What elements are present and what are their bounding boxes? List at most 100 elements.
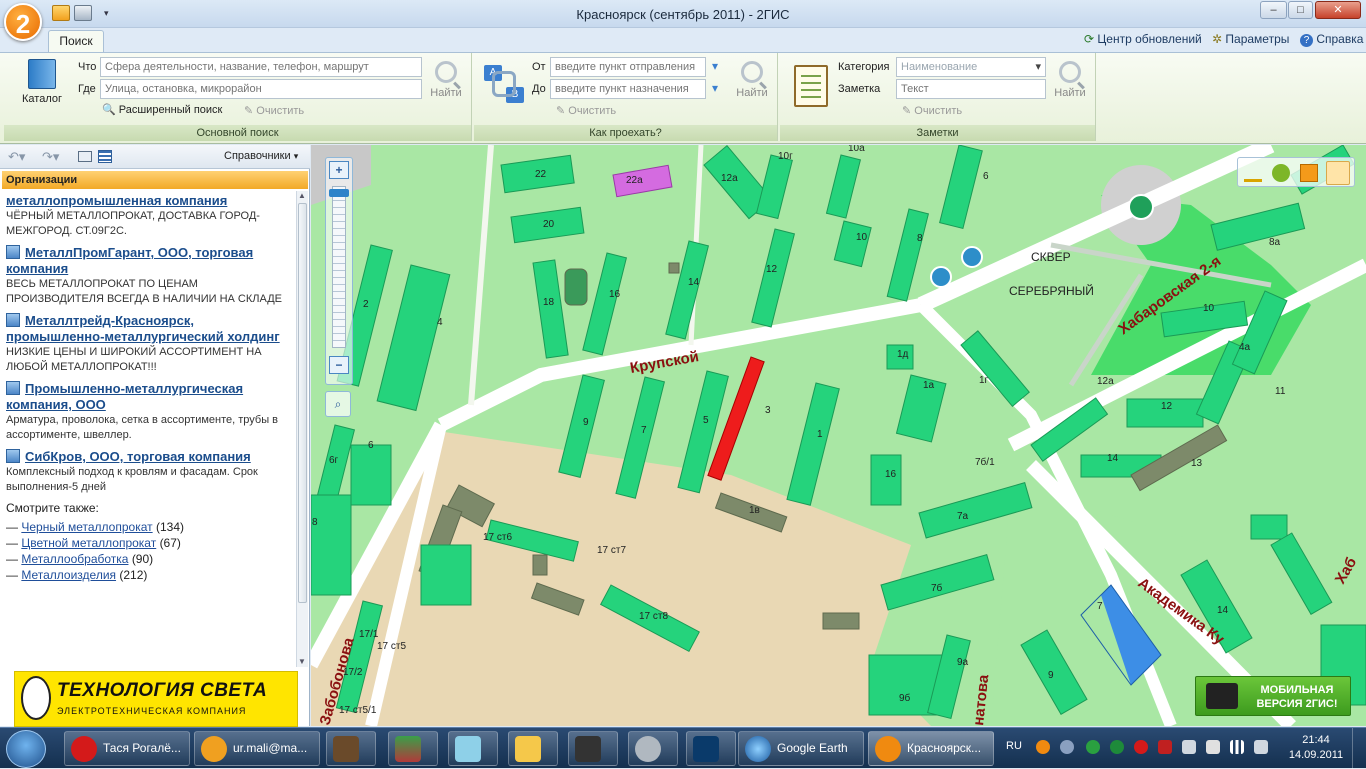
list-item[interactable]: Промышленно-металлургическая компания, О… xyxy=(6,381,294,443)
updates-link[interactable]: ⟳ Центр обновлений xyxy=(1084,32,1202,46)
taskbar-app[interactable] xyxy=(448,731,498,766)
volume-icon[interactable] xyxy=(1254,740,1268,754)
language-indicator[interactable]: RU xyxy=(1006,740,1022,752)
forward-icon[interactable]: ↷▾ xyxy=(42,149,59,165)
bus-stop-icon[interactable] xyxy=(961,246,983,268)
tray-device-icon[interactable] xyxy=(1182,740,1196,754)
layers-icon[interactable] xyxy=(1272,164,1290,182)
show-desktop-button[interactable] xyxy=(1352,728,1366,769)
settings-link[interactable]: ✲ Параметры xyxy=(1212,32,1289,46)
list-item[interactable]: МеталлПромГарант, ООО, торговая компания… xyxy=(6,245,294,307)
category-select[interactable]: Наименование ▾ xyxy=(896,57,1046,77)
taskbar-app[interactable] xyxy=(388,731,438,766)
mobile-banner-line1: МОБИЛЬНАЯ xyxy=(1260,684,1334,696)
photoshop-icon xyxy=(693,735,719,762)
advanced-search-link[interactable]: 🔍 Расширенный поиск xyxy=(102,103,222,116)
clock-time[interactable]: 21:44 xyxy=(1286,734,1346,746)
taskbar-app[interactable] xyxy=(568,731,618,766)
tab-search[interactable]: Поиск xyxy=(48,30,104,52)
mobile-version-banner[interactable]: МОБИЛЬНАЯ ВЕРСИЯ 2ГИС! xyxy=(1195,676,1351,716)
zoom-slider-handle[interactable] xyxy=(329,189,349,197)
minimize-button[interactable]: – xyxy=(1260,1,1287,19)
2gis-icon xyxy=(875,735,901,762)
catalog-button[interactable]: Каталог xyxy=(20,59,64,109)
list-item[interactable]: металлопромышленная компания ЧЁРНЫЙ МЕТА… xyxy=(6,193,294,239)
firm-name[interactable]: Промышленно-металлургическая компания, О… xyxy=(6,381,243,412)
taskbar-item-2gis[interactable]: Красноярск... xyxy=(868,731,994,766)
see-also-link[interactable]: Металлоизделия xyxy=(21,568,116,582)
map-canvas[interactable]: 22 22а 20 18 16 14 12 10г 10а 12а 10 8 6… xyxy=(311,145,1366,726)
poi-marker-icon[interactable] xyxy=(1128,194,1154,220)
route-clear-button[interactable]: ✎ Очистить xyxy=(556,104,616,117)
where-input[interactable] xyxy=(100,79,422,99)
print-area-icon[interactable] xyxy=(1300,164,1318,182)
route-group: A B От ▾ До ▾ Найти ✎ Очистить Как проех… xyxy=(474,53,778,141)
firm-name[interactable]: металлопромышленная компания xyxy=(6,193,294,209)
back-icon[interactable]: ↶▾ xyxy=(8,149,25,165)
firm-name[interactable]: Металлтрейд-Красноярск, промышленно-мета… xyxy=(6,313,280,344)
close-button[interactable]: ✕ xyxy=(1315,1,1361,19)
what-input[interactable] xyxy=(100,57,422,77)
see-also-link[interactable]: Черный металлопрокат xyxy=(21,520,152,534)
note-input[interactable] xyxy=(896,79,1046,99)
ad-logo xyxy=(21,676,51,720)
notes-find-button[interactable]: Найти xyxy=(1050,57,1090,113)
list-item[interactable]: СибКров, ООО, торговая компания Комплекс… xyxy=(6,449,294,495)
zoom-slider[interactable] xyxy=(332,186,346,348)
firm-name[interactable]: СибКров, ООО, торговая компания xyxy=(25,449,251,464)
tray-network-off-icon[interactable] xyxy=(1158,740,1172,754)
category-label: Категория xyxy=(838,61,890,73)
catalog-label: Каталог xyxy=(22,93,62,105)
tray-icon[interactable] xyxy=(1110,740,1124,754)
zoom-out-button[interactable]: − xyxy=(329,356,349,374)
building-label: 22 xyxy=(535,169,547,180)
main-clear-button[interactable]: ✎ Очистить xyxy=(244,104,304,117)
find-label: Найти xyxy=(1054,87,1086,99)
list-view-icon[interactable] xyxy=(78,151,92,162)
taskbar-item-mail[interactable]: ur.mali@ma... xyxy=(194,731,320,766)
advertisement-banner[interactable]: ТЕХНОЛОГИЯ СВЕТА ЭЛЕКТРОТЕХНИЧЕСКАЯ КОМП… xyxy=(14,671,298,727)
zoom-area-icon[interactable]: ⌕ xyxy=(325,391,351,417)
map-view[interactable]: 22 22а 20 18 16 14 12 10г 10а 12а 10 8 6… xyxy=(311,145,1366,726)
tray-eye-icon[interactable] xyxy=(1086,740,1100,754)
taskbar-app[interactable] xyxy=(686,731,736,766)
directories-dropdown[interactable]: Справочники ▾ xyxy=(224,150,298,162)
maximize-button[interactable]: □ xyxy=(1288,1,1313,19)
taskbar-item-google-earth[interactable]: Google Earth xyxy=(738,731,864,766)
signal-icon[interactable] xyxy=(1230,740,1244,754)
ruler-icon[interactable] xyxy=(1244,164,1262,182)
tray-app-icon[interactable] xyxy=(1060,740,1074,754)
building-label: 5 xyxy=(703,415,709,426)
from-input[interactable] xyxy=(550,57,706,77)
taskbar-app[interactable] xyxy=(628,731,678,766)
taskbar-app[interactable] xyxy=(508,731,558,766)
taskbar-app[interactable] xyxy=(326,731,376,766)
route-find-button[interactable]: Найти xyxy=(732,57,772,113)
select-tool-icon[interactable] xyxy=(1326,161,1350,185)
detail-view-icon[interactable] xyxy=(98,150,112,163)
taskbar-item-opera[interactable]: Тася Рогалё... xyxy=(64,731,190,766)
building-label: 1д xyxy=(897,349,909,360)
bus-stop-icon[interactable] xyxy=(930,266,952,288)
main-find-button[interactable]: Найти xyxy=(426,57,466,113)
building-label: 11 xyxy=(1275,386,1286,397)
app-logo[interactable]: 2 xyxy=(4,3,42,41)
help-link[interactable]: ? Справка xyxy=(1300,32,1363,47)
start-button[interactable] xyxy=(6,730,46,768)
list-item[interactable]: Металлтрейд-Красноярск, промышленно-мета… xyxy=(6,313,294,375)
tray-2gis-icon[interactable] xyxy=(1036,740,1050,754)
firm-name[interactable]: МеталлПромГарант, ООО, торговая компания xyxy=(6,245,253,276)
tray-flag-icon[interactable] xyxy=(1206,740,1220,754)
see-also-count: (90) xyxy=(131,552,154,566)
to-pin-icon[interactable]: ▾ xyxy=(712,81,718,95)
from-pin-icon[interactable]: ▾ xyxy=(712,59,718,73)
notes-clear-button[interactable]: ✎ Очистить xyxy=(902,104,962,117)
zoom-in-button[interactable]: + xyxy=(329,161,349,179)
see-also-link[interactable]: Металлообработка xyxy=(21,552,128,566)
to-input[interactable] xyxy=(550,79,706,99)
list-scrollbar[interactable]: ▲ ▼ xyxy=(296,191,308,667)
see-also-link[interactable]: Цветной металлопрокат xyxy=(21,536,156,550)
clock-date[interactable]: 14.09.2011 xyxy=(1286,749,1346,761)
building-label: 8а xyxy=(1269,237,1281,248)
tray-opera-icon[interactable] xyxy=(1134,740,1148,754)
